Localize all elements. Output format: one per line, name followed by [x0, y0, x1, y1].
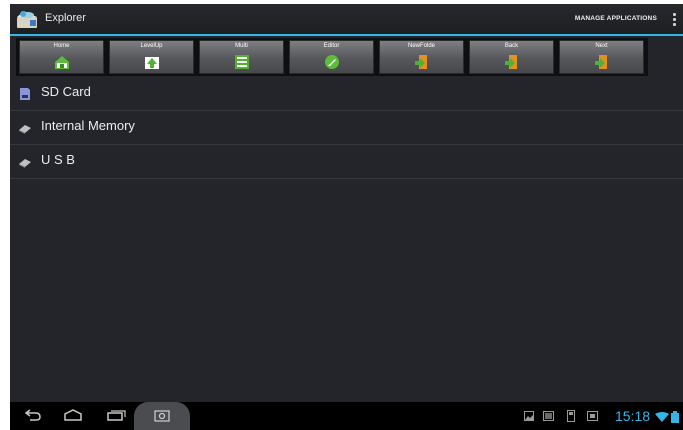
next-button[interactable]: Next	[559, 40, 644, 74]
home-nav-icon[interactable]	[62, 408, 84, 422]
storage-item-label: SD Card	[41, 84, 91, 99]
overflow-menu-icon[interactable]	[671, 11, 677, 29]
storage-item-internal-memory[interactable]: Internal Memory	[10, 110, 683, 145]
app-title: Explorer	[45, 12, 86, 24]
manage-applications-button[interactable]: MANAGE APPLICATIONS	[575, 15, 657, 22]
home-icon	[55, 56, 69, 69]
levelup-button[interactable]: LevelUp	[109, 40, 194, 74]
screenshot-icon	[154, 410, 170, 422]
toolbar: Home LevelUp Multi Editor NewFolde Back …	[16, 38, 648, 76]
action-bar: Explorer MANAGE APPLICATIONS	[10, 4, 683, 36]
storage-item-sd-card[interactable]: SD Card	[10, 76, 683, 111]
explorer-app-icon[interactable]	[16, 8, 40, 30]
drive-icon	[19, 159, 31, 168]
next-button-label: Next	[595, 43, 608, 49]
wifi-icon	[655, 412, 669, 422]
levelup-icon	[145, 57, 159, 69]
multi-button-label: Multi	[235, 43, 248, 49]
usb-notification-icon[interactable]	[567, 410, 575, 422]
app-screen: Explorer MANAGE APPLICATIONS Home LevelU…	[10, 4, 683, 430]
system-nav-bar: 15:18	[10, 402, 683, 430]
storage-item-usb[interactable]: U S B	[10, 144, 683, 179]
gallery-notification-icon[interactable]	[543, 411, 554, 421]
back-icon	[505, 55, 517, 69]
battery-icon	[671, 411, 679, 423]
recent-apps-icon[interactable]	[106, 408, 128, 422]
editor-button[interactable]: Editor	[289, 40, 374, 74]
editor-icon	[325, 55, 339, 69]
drive-icon	[19, 125, 31, 134]
storage-item-label: Internal Memory	[41, 118, 135, 133]
back-nav-icon[interactable]	[24, 408, 42, 422]
status-clock: 15:18	[615, 408, 651, 424]
sd-notification-icon[interactable]	[587, 411, 598, 421]
new-folder-button[interactable]: NewFolde	[379, 40, 464, 74]
multi-icon	[235, 55, 249, 69]
levelup-button-label: LevelUp	[140, 43, 163, 49]
multi-button[interactable]: Multi	[199, 40, 284, 74]
storage-item-label: U S B	[41, 152, 75, 167]
next-icon	[595, 55, 607, 69]
back-button-label: Back	[504, 43, 519, 49]
image-notification-icon[interactable]	[524, 411, 534, 421]
new-folder-button-label: NewFolde	[407, 43, 435, 49]
new-folder-icon	[415, 55, 427, 69]
home-button-label: Home	[53, 43, 70, 49]
editor-button-label: Editor	[323, 43, 340, 49]
home-button[interactable]: Home	[19, 40, 104, 74]
screenshot-button[interactable]	[134, 402, 190, 430]
back-button[interactable]: Back	[469, 40, 554, 74]
sd-card-icon	[20, 88, 30, 100]
